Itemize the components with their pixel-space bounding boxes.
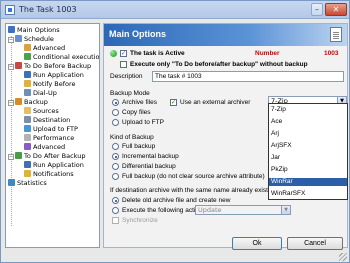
tree-item-conditional[interactable]: Conditional execution	[24, 53, 99, 62]
collapse-icon[interactable]: −	[8, 37, 14, 43]
full-backup-radio[interactable]	[112, 143, 119, 150]
performance-icon	[24, 134, 31, 141]
use-external-archiver-label: Use an external archiver	[180, 99, 251, 106]
tree-item-notifications[interactable]: Notifications	[24, 170, 74, 179]
number-value: 1003	[324, 50, 339, 57]
title-bar: The Task 1003 – ✕	[1, 1, 349, 19]
differential-backup-radio[interactable]	[112, 163, 119, 170]
archiver-dropdown-list[interactable]: 7-Zip Ace Arj ArjSFX Jar PkZip WinRar Wi…	[268, 103, 348, 200]
archiver-option-7zip[interactable]: 7-Zip	[269, 106, 347, 114]
synchronize-checkbox[interactable]	[112, 217, 119, 224]
tree-item-statistics[interactable]: Statistics	[8, 179, 47, 188]
execute-only-checkbox[interactable]	[120, 61, 127, 68]
description-input[interactable]: The task # 1003	[152, 71, 344, 82]
archive-files-radio[interactable]	[112, 99, 119, 106]
app-icon	[5, 5, 15, 15]
window-title: The Task 1003	[19, 5, 77, 14]
action-selected: Update	[198, 206, 222, 214]
synchronize-label: Synchronize	[122, 217, 158, 224]
tree-item-run-app-before[interactable]: Run Application	[24, 71, 84, 80]
number-label: Number	[255, 50, 280, 57]
close-button[interactable]: ✕	[325, 3, 347, 16]
task-window: The Task 1003 – ✕ Main Options − Schedule…	[0, 0, 350, 263]
archiver-option-pkzip[interactable]: PkZip	[269, 166, 347, 174]
tree-item-main-options[interactable]: Main Options	[8, 26, 60, 35]
clock-icon	[15, 35, 22, 42]
document-icon	[330, 27, 342, 42]
tree-item-notify-before[interactable]: Notify Before	[24, 80, 76, 89]
copy-files-label: Copy files	[122, 109, 151, 116]
settings-icon	[24, 44, 31, 51]
ok-button[interactable]: Ok	[232, 237, 282, 250]
tree-item-backup[interactable]: − Backup	[8, 98, 48, 107]
description-label: Description	[110, 73, 143, 80]
tree-item-performance[interactable]: Performance	[24, 134, 74, 143]
full-no-clear-label: Full backup (do not clear source archive…	[122, 173, 265, 180]
folder-icon	[24, 107, 31, 114]
use-external-archiver-checkbox[interactable]	[170, 99, 177, 106]
resize-grip[interactable]	[339, 253, 347, 261]
archive-files-label: Archive files	[122, 99, 158, 106]
before-icon	[15, 62, 22, 69]
chart-icon	[8, 179, 15, 186]
main-options-icon	[8, 26, 15, 33]
delete-old-label: Delete old archive file and create new	[122, 197, 231, 204]
action-select[interactable]: Update ▼	[195, 205, 291, 215]
panel-header: Main Options	[104, 24, 347, 46]
advanced-icon	[24, 143, 31, 150]
tree-item-run-app-after[interactable]: Run Application	[24, 161, 84, 170]
archiver-option-winrar[interactable]: WinRar	[269, 178, 347, 186]
execute-only-label: Execute only "To Do before/after backup"…	[130, 61, 308, 68]
task-active-checkbox[interactable]	[120, 50, 127, 57]
copy-files-radio[interactable]	[112, 109, 119, 116]
chevron-down-icon[interactable]: ▼	[281, 206, 290, 214]
tree-item-backup-advanced[interactable]: Advanced	[24, 143, 65, 152]
archiver-option-ace[interactable]: Ace	[269, 118, 347, 126]
mail-icon	[24, 170, 31, 177]
archiver-option-jar[interactable]: Jar	[269, 154, 347, 162]
cancel-button[interactable]: Cancel	[287, 237, 343, 250]
tree-item-destination[interactable]: Destination	[24, 116, 70, 125]
run-app-icon	[24, 161, 31, 168]
backup-mode-label: Backup Mode	[110, 90, 150, 97]
collapse-icon[interactable]: −	[8, 100, 14, 106]
full-backup-label: Full backup	[122, 143, 156, 150]
phone-icon	[24, 89, 31, 96]
task-active-label: The task is Active	[130, 50, 185, 57]
options-tree: Main Options − Schedule Advanced Conditio…	[5, 23, 100, 248]
bell-icon	[24, 80, 31, 87]
archiver-option-arjsfx[interactable]: ArjSFX	[269, 142, 347, 150]
tree-item-sources[interactable]: Sources	[24, 107, 59, 116]
incremental-backup-label: Incremental backup	[122, 153, 179, 160]
condition-icon	[24, 53, 31, 60]
tree-item-dialup[interactable]: Dial-Up	[24, 89, 57, 98]
tree-item-before-backup[interactable]: − To Do Before Backup	[8, 62, 91, 71]
incremental-backup-radio[interactable]	[112, 153, 119, 160]
execute-following-radio[interactable]	[112, 207, 119, 214]
ftp-icon	[24, 125, 31, 132]
differential-backup-label: Differential backup	[122, 163, 176, 170]
kind-of-backup-label: Kind of Backup	[110, 134, 154, 141]
tree-item-schedule[interactable]: − Schedule	[8, 35, 54, 44]
disk-icon	[24, 116, 31, 123]
delete-old-radio[interactable]	[112, 197, 119, 204]
destination-exists-label: If destination archive with the same nam…	[110, 187, 272, 194]
minimize-button[interactable]: –	[311, 3, 323, 16]
tree-item-upload-ftp[interactable]: Upload to FTP	[24, 125, 78, 134]
after-icon	[15, 152, 22, 159]
archiver-option-arj[interactable]: Arj	[269, 130, 347, 138]
archiver-option-winrarsfx[interactable]: WinRarSFX	[269, 190, 347, 198]
collapse-icon[interactable]: −	[8, 154, 14, 160]
tree-item-schedule-advanced[interactable]: Advanced	[24, 44, 65, 53]
upload-ftp-label: Upload to FTP	[122, 119, 164, 126]
status-active-icon	[110, 50, 117, 57]
upload-ftp-radio[interactable]	[112, 119, 119, 126]
panel-title: Main Options	[109, 29, 166, 39]
tree-item-after-backup[interactable]: − To Do After Backup	[8, 152, 85, 161]
run-app-icon	[24, 71, 31, 78]
collapse-icon[interactable]: −	[8, 64, 14, 70]
execute-following-label: Execute the following action	[122, 207, 203, 214]
full-no-clear-radio[interactable]	[112, 173, 119, 180]
backup-icon	[15, 98, 22, 105]
